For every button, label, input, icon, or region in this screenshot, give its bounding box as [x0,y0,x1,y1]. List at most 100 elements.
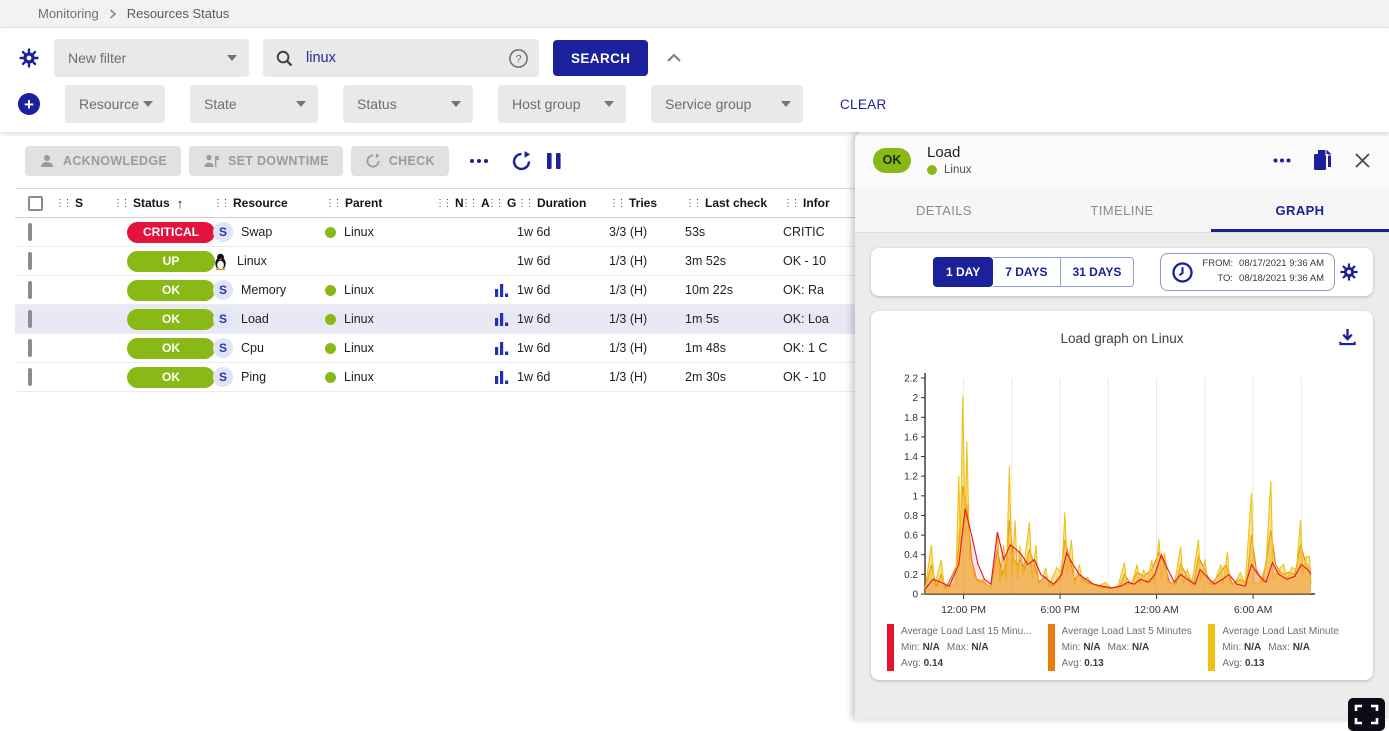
drag-handle-icon[interactable]: ⋮⋮ [113,198,128,209]
col-header-notes[interactable]: ⋮⋮N [435,196,461,210]
chevron-down-icon [227,55,237,61]
clear-filters-link[interactable]: CLEAR [840,97,887,112]
drag-handle-icon[interactable]: ⋮⋮ [213,198,228,209]
filter-state-select[interactable]: State [190,85,318,123]
col-header-tries[interactable]: ⋮⋮Tries [609,196,685,210]
linux-penguin-icon [213,253,228,270]
parent-name[interactable]: Linux [344,370,374,384]
range-1-day-button[interactable]: 1 DAY [933,257,993,287]
svg-text:0: 0 [912,590,918,601]
panel-subtitle[interactable]: Linux [944,164,972,176]
export-graph-download-icon[interactable] [1338,327,1357,346]
drag-handle-icon[interactable]: ⋮⋮ [435,198,450,209]
copy-link-icon[interactable] [1313,150,1332,171]
drag-handle-icon[interactable]: ⋮⋮ [609,198,624,209]
resource-name[interactable]: Swap [241,225,272,239]
table-row-ping[interactable]: OKSPingLinux1w 6d1/3 (H)2m 30sOK - 10 [15,363,855,392]
col-header-resource[interactable]: ⋮⋮Resource [213,196,325,210]
legend-item[interactable]: Average Load Last 15 Minu...Min: N/AMax:… [887,624,1038,672]
close-panel-icon[interactable] [1354,152,1371,169]
sort-ascending-icon[interactable]: ↑ [177,196,184,211]
table-row-load[interactable]: OKSLoadLinux1w 6d1/3 (H)1m 5sOK: Loa [15,305,855,334]
table-row-cpu[interactable]: OKSCpuLinux1w 6d1/3 (H)1m 48sOK: 1 C [15,334,855,363]
drag-handle-icon[interactable]: ⋮⋮ [783,198,798,209]
select-all-checkbox[interactable] [28,196,43,211]
legend-item[interactable]: Average Load Last 5 MinutesMin: N/AMax: … [1048,624,1199,672]
col-header-duration[interactable]: ⋮⋮Duration [517,196,609,210]
parent-name[interactable]: Linux [344,312,374,326]
resource-name[interactable]: Load [241,312,269,326]
breadcrumb-monitoring[interactable]: Monitoring [38,6,99,21]
to-label: TO: [1202,272,1233,287]
last-check-value: 1m 5s [685,312,719,326]
chevron-down-icon [296,101,306,107]
filter-servicegroup-select[interactable]: Service group [651,85,803,123]
drag-handle-icon[interactable]: ⋮⋮ [325,198,340,209]
row-checkbox[interactable] [28,310,32,328]
col-header-action[interactable]: ⋮⋮A [461,196,487,210]
legend-min-max: Min: N/AMax: N/A [1222,640,1339,656]
col-header-status[interactable]: ⋮⋮Status↑ [113,196,213,211]
tab-graph[interactable]: GRAPH [1211,188,1389,232]
row-checkbox[interactable] [28,252,32,270]
row-checkbox[interactable] [28,339,32,357]
resource-name[interactable]: Ping [241,370,266,384]
refresh-icon[interactable] [511,151,532,172]
svg-text:1.6: 1.6 [904,432,918,443]
search-input[interactable] [304,49,498,67]
legend-item[interactable]: Average Load Last MinuteMin: N/AMax: N/A… [1208,624,1359,672]
table-row-memory[interactable]: OKSMemoryLinux1w 6d1/3 (H)10m 22sOK: Ra [15,276,855,305]
tab-details[interactable]: DETAILS [855,188,1033,232]
pause-icon[interactable] [546,151,562,171]
drag-handle-icon[interactable]: ⋮⋮ [517,198,532,209]
parent-name[interactable]: Linux [344,341,374,355]
col-header-severity[interactable]: ⋮⋮S [55,196,113,210]
search-button[interactable]: SEARCH [553,40,648,76]
col-header-parent[interactable]: ⋮⋮Parent [325,196,435,210]
breadcrumb-resources-status[interactable]: Resources Status [127,6,230,21]
col-header-information[interactable]: ⋮⋮Infor [783,196,855,210]
filter-hostgroup-select[interactable]: Host group [498,85,626,123]
filter-status-select[interactable]: Status [343,85,473,123]
tab-timeline[interactable]: TIMELINE [1033,188,1211,232]
row-checkbox[interactable] [28,223,32,241]
graph-bars-icon[interactable] [495,313,509,326]
to-value[interactable]: 08/18/2021 9:36 AM [1239,272,1324,287]
search-help-icon[interactable]: ? [508,48,529,69]
row-checkbox[interactable] [28,281,32,299]
col-header-last-check[interactable]: ⋮⋮Last check [685,196,783,210]
drag-handle-icon[interactable]: ⋮⋮ [461,198,476,209]
resource-name[interactable]: Cpu [241,341,264,355]
table-row-swap[interactable]: CRITICALSSwapLinux1w 6d3/3 (H)53sCRITIC [15,218,855,247]
acknowledge-button[interactable]: ACKNOWLEDGE [25,146,181,176]
graph-settings-gear-icon[interactable] [1339,262,1359,282]
drag-handle-icon[interactable]: ⋮⋮ [685,198,700,209]
resources-table: ⋮⋮S ⋮⋮Status↑ ⋮⋮Resource ⋮⋮Parent ⋮⋮N ⋮⋮… [15,188,855,392]
resource-name[interactable]: Memory [241,283,286,297]
collapse-filters-chevron-up-icon[interactable] [666,53,682,63]
custom-time-period[interactable]: FROM: 08/17/2021 9:36 AM TO: 08/18/2021 … [1160,253,1335,290]
parent-name[interactable]: Linux [344,283,374,297]
check-button[interactable]: CHECK [351,146,449,176]
drag-handle-icon[interactable]: ⋮⋮ [487,198,502,209]
more-actions-icon[interactable] [469,158,489,164]
load-graph-chart[interactable]: 00.20.40.60.811.21.41.61.822.212:00 PM6:… [885,370,1359,620]
parent-name[interactable]: Linux [344,225,374,239]
filter-resource-select[interactable]: Resource [65,85,165,123]
add-criteria-plus-icon[interactable]: + [18,93,40,115]
resource-name[interactable]: Linux [237,254,267,268]
drag-handle-icon[interactable]: ⋮⋮ [55,198,70,209]
filter-settings-gear-icon[interactable] [18,47,40,69]
range-31-days-button[interactable]: 31 DAYS [1061,257,1135,287]
from-value[interactable]: 08/17/2021 9:36 AM [1239,257,1324,272]
graph-bars-icon[interactable] [495,371,509,384]
set-downtime-button[interactable]: SET DOWNTIME [189,146,343,176]
col-header-graph[interactable]: ⋮⋮G [487,196,517,210]
range-7-days-button[interactable]: 7 DAYS [993,257,1060,287]
graph-bars-icon[interactable] [495,342,509,355]
saved-filter-select[interactable]: New filter [54,39,249,77]
panel-more-icon[interactable] [1273,158,1291,163]
row-checkbox[interactable] [28,368,32,386]
graph-bars-icon[interactable] [495,284,509,297]
table-row-linux[interactable]: UPLinux1w 6d1/3 (H)3m 52sOK - 10 [15,247,855,276]
